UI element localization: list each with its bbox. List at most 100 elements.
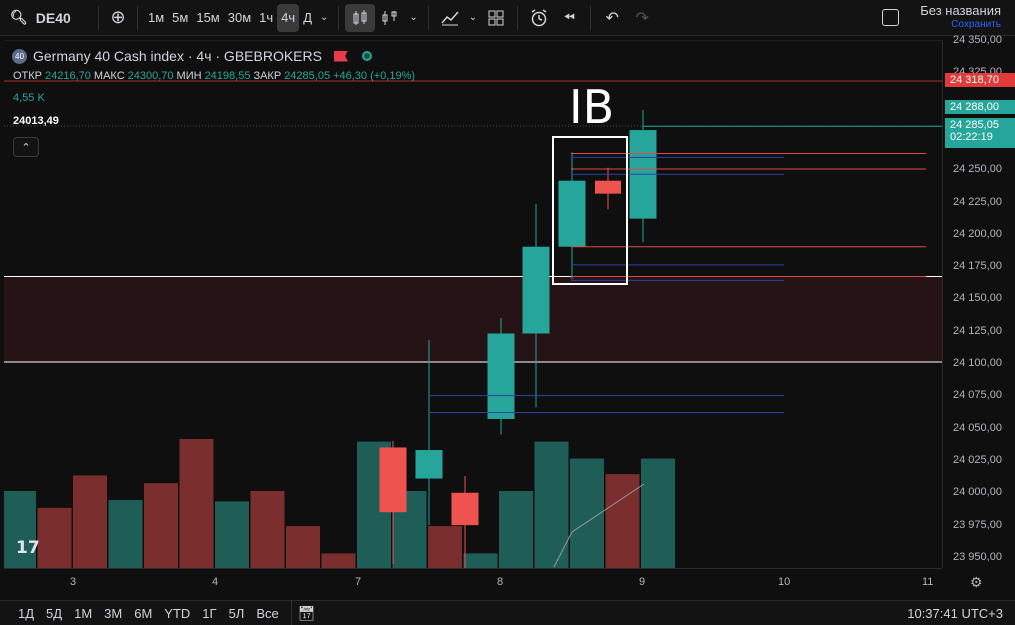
bar-countdown: 02:22:19: [950, 131, 993, 143]
line-chart-icon[interactable]: [435, 4, 465, 32]
symbol-search[interactable]: 🔍︎ DE40: [0, 4, 92, 32]
open-value: 24216,70: [45, 70, 91, 82]
price-tick: 24 200,00: [953, 227, 1002, 240]
time-axis[interactable]: 3 4 7 8 9 10 11: [4, 568, 942, 596]
chart-canvas[interactable]: [4, 41, 942, 569]
timeframe-1d[interactable]: Д: [299, 4, 316, 32]
timeframe-5m[interactable]: 5м: [168, 4, 192, 32]
candle-body: [451, 492, 479, 526]
volume-bar: [605, 474, 640, 569]
flag-icon[interactable]: [333, 50, 348, 62]
indicators-icon[interactable]: [375, 4, 405, 32]
undo-icon[interactable]: ↶: [597, 4, 627, 32]
time-label: 9: [639, 576, 646, 588]
separator: [338, 5, 340, 30]
separator: [137, 5, 138, 30]
layout-title[interactable]: Без названия Сохранить: [920, 4, 1001, 32]
volume-bar: [144, 483, 178, 569]
volume-bar: [428, 526, 462, 569]
range-6m[interactable]: 6М: [128, 606, 158, 621]
ohlc-values: ОТКР 24216,70 МАКС 24300,70 МИН 24198,55 ЗА…: [13, 70, 415, 82]
price-tick: 24 150,00: [953, 292, 1002, 305]
chart-pane[interactable]: [4, 40, 942, 569]
market-status-icon[interactable]: [361, 51, 372, 61]
price-axis[interactable]: 24 350,0024 325,0024 300,0024 275,0024 2…: [942, 34, 1015, 568]
range-5d[interactable]: 5Д: [40, 606, 68, 621]
range-all[interactable]: Все: [250, 606, 284, 621]
price-tag-current: 24 285,05 02:22:19: [945, 118, 1015, 148]
time-label: 7: [355, 576, 362, 588]
alert-clock-icon[interactable]: [524, 4, 554, 32]
layout-name: Без названия: [920, 3, 1001, 18]
legend-title[interactable]: Germany 40 Cash index · 4ч · GBEBROKERS: [33, 48, 322, 64]
ib-annotation-label[interactable]: IB: [569, 80, 614, 134]
volume-bar: [179, 439, 214, 569]
price-tick: 24 100,00: [953, 357, 1002, 369]
volume-bar: [250, 491, 285, 569]
price-tick: 24 350,00: [953, 34, 1002, 46]
tradingview-logo[interactable]: 17: [16, 538, 40, 558]
volume-bar: [73, 475, 107, 569]
price-tick: 24 000,00: [953, 486, 1002, 499]
chevron-down-icon[interactable]: ⌄: [465, 4, 481, 32]
price-tick: 24 225,00: [953, 195, 1002, 208]
candle-body: [522, 246, 550, 334]
gear-icon[interactable]: ⚙: [970, 574, 983, 591]
calendar-icon[interactable]: 📅︎: [298, 605, 316, 622]
candle-body: [558, 180, 586, 247]
separator: [590, 5, 592, 30]
volume-bar: [37, 507, 72, 569]
candle-body: [379, 447, 407, 513]
candle-body: [415, 450, 443, 479]
layout-checkbox-icon[interactable]: [882, 9, 899, 26]
collapse-legend-button[interactable]: ⌃: [13, 137, 39, 157]
clock[interactable]: 10:37:41 UTC+3: [907, 606, 1003, 621]
volume-value: 4,55 K: [13, 92, 45, 104]
close-value: 24285,05: [284, 70, 331, 82]
timeframe-1m[interactable]: 1м: [144, 4, 168, 32]
close-label: ЗАКР: [253, 70, 282, 82]
time-label: 4: [212, 576, 219, 588]
timeframe-15m[interactable]: 15м: [192, 4, 223, 32]
range-ytd[interactable]: YTD: [158, 606, 196, 621]
range-1y[interactable]: 1Г: [196, 606, 222, 621]
price-tick: 24 250,00: [953, 163, 1002, 176]
price-tag-red: 24 318,70: [945, 73, 1015, 87]
volume-bar: [499, 491, 533, 569]
price-tick: 24 175,00: [953, 260, 1002, 273]
price-tick: 23 975,00: [953, 518, 1002, 531]
time-label: 3: [70, 576, 77, 588]
search-icon: 🔍︎: [10, 9, 28, 25]
range-5y[interactable]: 5Л: [223, 606, 251, 621]
price-tick: 24 050,00: [953, 421, 1002, 434]
candle-body: [487, 333, 515, 419]
time-label: 8: [497, 576, 504, 588]
range-3m[interactable]: 3М: [98, 606, 128, 621]
bottom-bar: 1Д 5Д 1М 3М 6М YTD 1Г 5Л Все 📅︎ 10:37:41…: [0, 600, 1015, 625]
compare-add-icon[interactable]: ⊕: [105, 4, 131, 32]
open-label: ОТКР: [13, 70, 43, 82]
price-tick: 23 950,00: [953, 550, 1002, 563]
chevron-down-icon[interactable]: ⌄: [405, 4, 421, 32]
layout-grid-icon[interactable]: [481, 4, 511, 32]
volume-bar: [215, 501, 249, 569]
timeframe-30m[interactable]: 30м: [224, 4, 255, 32]
volume-bar: [286, 526, 320, 569]
replay-icon[interactable]: ⏪︎: [554, 4, 584, 32]
chevron-down-icon[interactable]: ⌄: [316, 4, 332, 32]
price-tick: 24 025,00: [953, 453, 1002, 466]
symbol-badge: 40: [12, 48, 27, 64]
volume-bar: [463, 553, 498, 569]
timeframe-1h[interactable]: 1ч: [255, 4, 277, 32]
volume-bar: [534, 441, 569, 569]
redo-icon[interactable]: ↷: [627, 4, 657, 32]
range-1m[interactable]: 1М: [68, 606, 98, 621]
save-link[interactable]: Сохранить: [920, 18, 1001, 32]
volume-bar: [321, 553, 356, 569]
candles-icon[interactable]: [345, 3, 376, 32]
top-toolbar: 🔍︎ DE40 ⊕ 1м 5м 15м 30м 1ч 4ч Д ⌄ ⌄ ⌄ ⏪︎…: [0, 0, 1015, 36]
high-value: 24300,70: [127, 70, 174, 82]
price-tag-green-1: 24 288,00: [945, 100, 1015, 114]
timeframe-4h[interactable]: 4ч: [277, 3, 300, 32]
range-1d[interactable]: 1Д: [12, 606, 40, 621]
